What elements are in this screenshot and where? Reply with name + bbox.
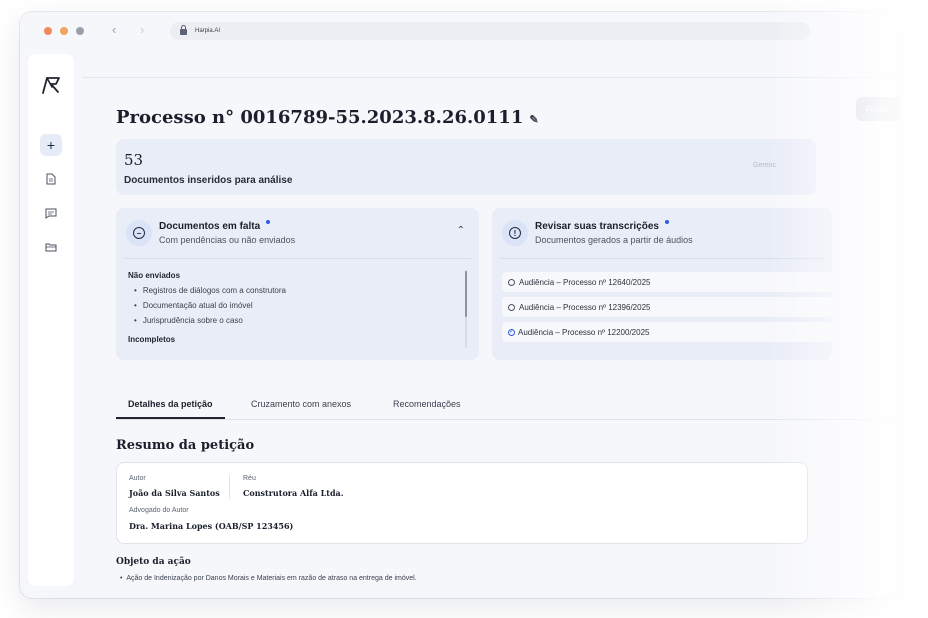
chevron-right-icon[interactable]: › — [140, 22, 144, 37]
chat-icon — [45, 208, 57, 219]
lawyer-value: Dra. Marina Lopes (OAB/SP 123456) — [129, 521, 294, 531]
tab-recommendations[interactable]: Recomendações — [393, 395, 461, 419]
documents-count-label: Documentos inseridos para análise — [124, 175, 293, 186]
browser-toolbar: ‹ › Harpia.AI — [20, 12, 900, 50]
missing-documents-panel: − Documentos em falta Com pendências ou … — [116, 208, 479, 360]
radio-icon[interactable] — [508, 278, 515, 286]
author-value: João da Silva Santos — [129, 488, 220, 498]
documents-button[interactable] — [40, 168, 62, 190]
lock-icon — [180, 25, 187, 35]
tab-bar: Detalhes da petição Cruzamento com anexo… — [116, 395, 836, 419]
transcriptions-title: Revisar suas transcrições — [535, 220, 669, 232]
harpia-logo-icon[interactable] — [40, 74, 62, 96]
group-heading-incomplete: Incompletos — [128, 335, 176, 344]
lawyer-label: Advogado do Autor — [129, 507, 189, 514]
check-circle-icon[interactable]: ✓ — [508, 328, 515, 336]
notification-dot — [266, 220, 271, 224]
transcription-item[interactable]: ✓ Audiência – Processo nº 12200/2025 — [502, 322, 832, 342]
close-window-dot[interactable] — [44, 27, 52, 35]
documents-count: 53 — [124, 151, 144, 169]
tab-annex-crossing[interactable]: Cruzamento com anexos — [251, 395, 351, 419]
list-item: • Documentação atual do imóvel — [134, 301, 253, 310]
missing-documents-title: Documentos em falta — [159, 220, 271, 232]
tab-underline — [116, 419, 900, 420]
scrollbar-thumb[interactable] — [465, 271, 467, 317]
minimize-window-dot[interactable] — [60, 27, 68, 35]
defendant-label: Réu — [243, 475, 256, 482]
petition-summary-card: Autor João da Silva Santos Réu Construto… — [116, 462, 808, 544]
panel-divider — [124, 258, 471, 259]
panel-divider — [500, 258, 824, 259]
sidebar: + — [28, 54, 74, 586]
chevron-left-icon[interactable]: ‹ — [112, 22, 116, 37]
chat-button[interactable] — [40, 202, 62, 224]
folder-button[interactable] — [40, 236, 62, 258]
address-text: Harpia.AI — [195, 28, 221, 34]
transcription-item[interactable]: Audiência – Processo nº 12396/2025 — [502, 297, 832, 317]
transcriptions-panel: ! Revisar suas transcrições Documentos g… — [492, 208, 832, 360]
finalize-button[interactable]: Finaliz — [856, 97, 900, 121]
list-item: • Registros de diálogos com a construtora — [134, 286, 286, 295]
process-title-text: Processo n° 0016789-55.2023.8.26.0111 — [116, 107, 524, 128]
new-analysis-button[interactable]: + — [40, 134, 62, 156]
page-title: Processo n° 0016789-55.2023.8.26.0111 ✎ — [116, 107, 539, 128]
main-content: Processo n° 0016789-55.2023.8.26.0111 ✎ F… — [82, 50, 900, 598]
maximize-window-dot[interactable] — [76, 27, 84, 35]
tab-petition-details[interactable]: Detalhes da petição — [116, 395, 225, 419]
minus-circle-icon: − — [126, 220, 152, 246]
documents-count-card: 53 Documentos inseridos para análise Ger… — [116, 139, 816, 195]
pencil-icon[interactable]: ✎ — [529, 113, 538, 126]
manage-link[interactable]: Gerenc — [753, 162, 776, 169]
notification-dot — [664, 220, 669, 224]
missing-documents-subtitle: Com pendências ou não enviados — [159, 235, 296, 245]
address-bar[interactable]: Harpia.AI — [170, 22, 810, 40]
author-label: Autor — [129, 475, 146, 482]
top-divider — [82, 77, 900, 78]
group-heading-not-sent: Não enviados — [128, 271, 181, 280]
list-item: • Jurisprudência sobre o caso — [134, 316, 243, 325]
alert-circle-icon: ! — [502, 220, 528, 246]
transcriptions-subtitle: Documentos gerados a partir de áudios — [535, 235, 693, 245]
chevron-up-icon[interactable]: ⌃ — [457, 225, 465, 236]
defendant-value: Construtora Alfa Ltda. — [243, 488, 344, 498]
objeto-title: Objeto da ação — [116, 557, 191, 567]
plus-icon: + — [46, 137, 56, 153]
browser-window: ‹ › Harpia.AI + Processo n° 0016789-55.2… — [20, 12, 900, 598]
summary-title: Resumo da petição — [116, 438, 255, 453]
document-icon — [46, 173, 56, 185]
objeto-item: • Ação de Indenização por Danos Morais e… — [120, 575, 417, 582]
radio-icon[interactable] — [508, 303, 515, 311]
field-divider — [229, 475, 230, 499]
transcription-item[interactable]: Audiência – Processo nº 12640/2025 — [502, 272, 832, 292]
folder-icon — [45, 243, 57, 252]
